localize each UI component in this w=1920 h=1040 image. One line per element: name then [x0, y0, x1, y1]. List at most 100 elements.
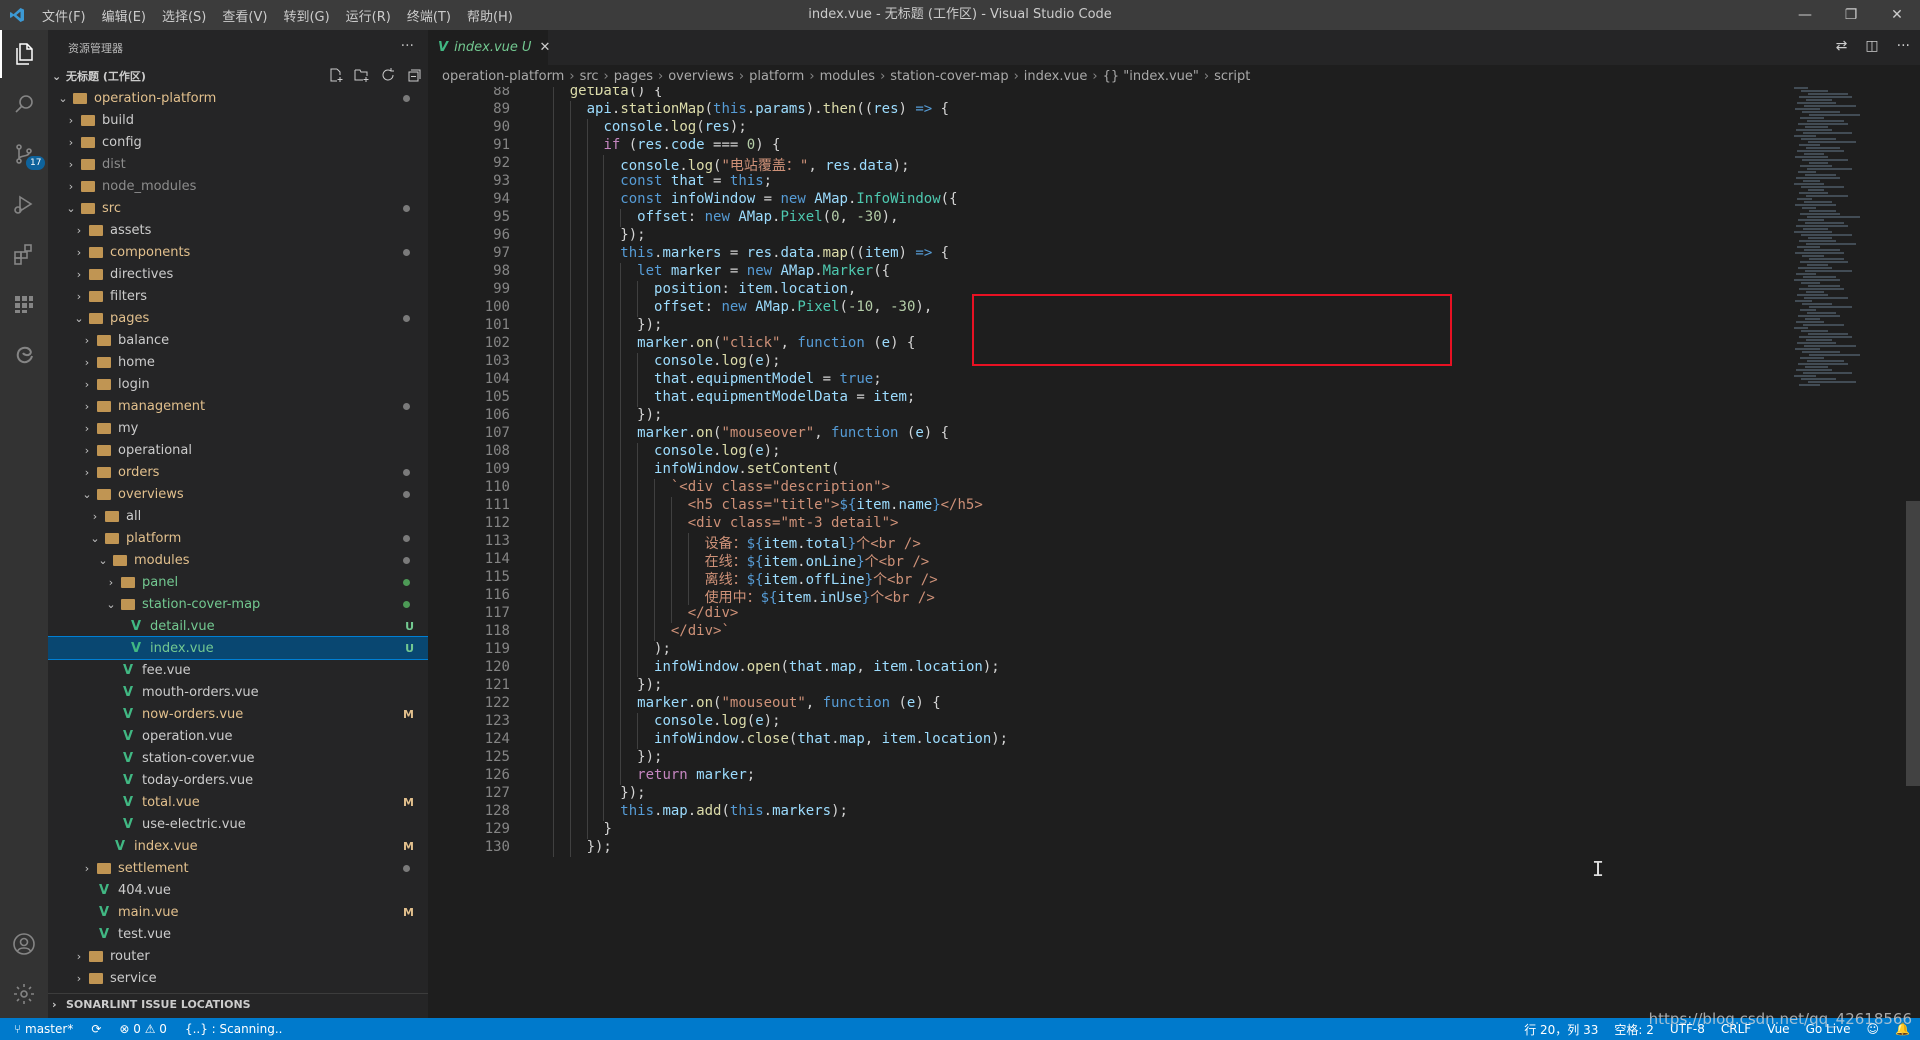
- tree-folder-item[interactable]: › settlement: [48, 857, 428, 879]
- problems-indicator[interactable]: ⊗ 0 ⚠ 0: [119, 1022, 167, 1036]
- tree-folder-item[interactable]: › service: [48, 967, 428, 989]
- sonarlint-section-header[interactable]: › SONARLINT ISSUE LOCATIONS: [48, 993, 428, 1015]
- close-window-icon[interactable]: ✕: [1874, 0, 1920, 30]
- tree-folder-item[interactable]: › directives: [48, 263, 428, 285]
- tree-folder-item[interactable]: › components: [48, 241, 428, 263]
- code-line: 在线：${item.onLine}个<br />: [704, 554, 930, 570]
- tree-folder-item[interactable]: ⌄ overviews: [48, 483, 428, 505]
- git-branch[interactable]: ⑂ master*: [14, 1022, 73, 1036]
- search-icon[interactable]: [0, 80, 48, 128]
- split-editor-icon[interactable]: ◫: [1865, 38, 1878, 54]
- indent-guide: [569, 353, 571, 371]
- tree-folder-item[interactable]: ⌄ station-cover-map: [48, 593, 428, 615]
- more-actions-icon[interactable]: ···: [401, 38, 414, 54]
- menu-item[interactable]: 文件(F): [34, 6, 94, 25]
- sonarlint-status[interactable]: {..} : Scanning..: [185, 1022, 283, 1036]
- menu-item[interactable]: 帮助(H): [459, 6, 521, 25]
- breadcrumb-item[interactable]: operation-platform: [442, 69, 564, 84]
- code-editor[interactable]: I 88 getData() {89 api.stationMap(this.par…: [428, 87, 1920, 1018]
- tree-file-item[interactable]: Vindex.vue U: [48, 636, 428, 660]
- tree-folder-item[interactable]: › login: [48, 373, 428, 395]
- tree-file-item[interactable]: Vuse-electric.vue: [48, 813, 428, 835]
- tree-folder-item[interactable]: › all: [48, 505, 428, 527]
- cursor-position[interactable]: 行 20，列 33: [1524, 1021, 1598, 1038]
- menu-item[interactable]: 编辑(E): [94, 6, 154, 25]
- breadcrumb-item[interactable]: script: [1214, 69, 1250, 84]
- menu-item[interactable]: 查看(V): [214, 6, 275, 25]
- breadcrumb-separator-icon: ›: [1203, 68, 1210, 84]
- tree-folder-item[interactable]: › assets: [48, 219, 428, 241]
- more-editor-actions-icon[interactable]: ···: [1897, 38, 1910, 54]
- tree-file-item[interactable]: Vindex.vue M: [48, 835, 428, 857]
- tree-folder-item[interactable]: › router: [48, 945, 428, 967]
- minimap[interactable]: [1790, 87, 1910, 407]
- open-changes-icon[interactable]: ⇄: [1836, 38, 1848, 54]
- refresh-icon[interactable]: [380, 67, 396, 86]
- tree-folder-item[interactable]: ⌄ platform: [48, 527, 428, 549]
- source-control-icon[interactable]: 17: [0, 130, 48, 178]
- remote-explorer-icon[interactable]: [0, 280, 48, 328]
- account-icon[interactable]: [0, 920, 48, 968]
- breadcrumb-separator-icon: ›: [809, 68, 815, 84]
- menu-item[interactable]: 选择(S): [154, 6, 214, 25]
- tab-index-vue[interactable]: V index.vue U ✕: [428, 30, 550, 65]
- tree-folder-item[interactable]: › filters: [48, 285, 428, 307]
- tree-folder-item[interactable]: › home: [48, 351, 428, 373]
- tree-folder-item[interactable]: ⌄ operation-platform: [48, 87, 428, 109]
- settings-gear-icon[interactable]: [0, 970, 48, 1018]
- tree-folder-item[interactable]: ⌄ src: [48, 197, 428, 219]
- breadcrumb-item[interactable]: platform: [749, 69, 804, 84]
- restore-icon[interactable]: ❐: [1828, 0, 1874, 30]
- menu-item[interactable]: 转到(G): [275, 6, 337, 25]
- new-folder-icon[interactable]: [354, 67, 370, 86]
- tree-folder-item[interactable]: › node_modules: [48, 175, 428, 197]
- edge-devtools-icon[interactable]: [0, 330, 48, 378]
- close-tab-icon[interactable]: ✕: [539, 40, 550, 55]
- tree-file-item[interactable]: Vnow-orders.vue M: [48, 703, 428, 725]
- tree-file-item[interactable]: Voperation.vue: [48, 725, 428, 747]
- breadcrumb-item[interactable]: overviews: [668, 69, 734, 84]
- breadcrumb-item[interactable]: index.vue: [1024, 69, 1088, 84]
- breadcrumb-item[interactable]: src: [580, 69, 599, 84]
- sync-icon[interactable]: ⟳: [91, 1022, 101, 1036]
- breadcrumb-item[interactable]: {} "index.vue": [1103, 69, 1199, 84]
- tree-file-item[interactable]: Vmouth-orders.vue: [48, 681, 428, 703]
- tree-folder-item[interactable]: › orders: [48, 461, 428, 483]
- tree-folder-item[interactable]: › dist: [48, 153, 428, 175]
- menu-item[interactable]: 运行(R): [338, 6, 399, 25]
- tree-file-item[interactable]: Vfee.vue: [48, 659, 428, 681]
- run-debug-icon[interactable]: [0, 180, 48, 228]
- workspace-header[interactable]: ⌄ 无标题 (工作区): [48, 65, 428, 87]
- breadcrumb-item[interactable]: modules: [820, 69, 876, 84]
- tree-file-item[interactable]: Vstation-cover.vue: [48, 747, 428, 769]
- tree-folder-item[interactable]: › config: [48, 131, 428, 153]
- explorer-icon[interactable]: [0, 30, 48, 78]
- collapse-all-icon[interactable]: [406, 67, 422, 86]
- tree-file-item[interactable]: Vtoday-orders.vue: [48, 769, 428, 791]
- menu-item[interactable]: 终端(T): [399, 6, 459, 25]
- scrollbar-thumb[interactable]: [1906, 501, 1920, 786]
- minimize-icon[interactable]: —: [1782, 0, 1828, 30]
- tree-folder-item[interactable]: › management: [48, 395, 428, 417]
- new-file-icon[interactable]: [328, 67, 344, 86]
- tree-file-item[interactable]: Vtotal.vue M: [48, 791, 428, 813]
- tree-file-item[interactable]: Vmain.vue M: [48, 901, 428, 923]
- tree-file-item[interactable]: V 404.vue: [48, 879, 428, 901]
- tree-folder-item[interactable]: › my: [48, 417, 428, 439]
- tree-folder-item[interactable]: ⌄ pages: [48, 307, 428, 329]
- indent-guide: [569, 299, 571, 317]
- code-line: });: [637, 749, 663, 765]
- editor-scrollbar[interactable]: [1906, 87, 1920, 1018]
- extensions-icon[interactable]: [0, 230, 48, 278]
- tree-file-item[interactable]: Vtest.vue: [48, 923, 428, 945]
- tree-folder-item[interactable]: › balance: [48, 329, 428, 351]
- tree-folder-item[interactable]: › build: [48, 109, 428, 131]
- breadcrumb-item[interactable]: station-cover-map: [890, 69, 1008, 84]
- tree-file-item[interactable]: Vdetail.vue U: [48, 615, 428, 637]
- indent-guide: [586, 443, 588, 461]
- tree-folder-item[interactable]: › panel: [48, 571, 428, 593]
- breadcrumb-item[interactable]: pages: [614, 69, 653, 84]
- code-line: 离线：${item.offLine}个<br />: [704, 572, 938, 588]
- tree-folder-item[interactable]: › operational: [48, 439, 428, 461]
- tree-folder-item[interactable]: ⌄ modules: [48, 549, 428, 571]
